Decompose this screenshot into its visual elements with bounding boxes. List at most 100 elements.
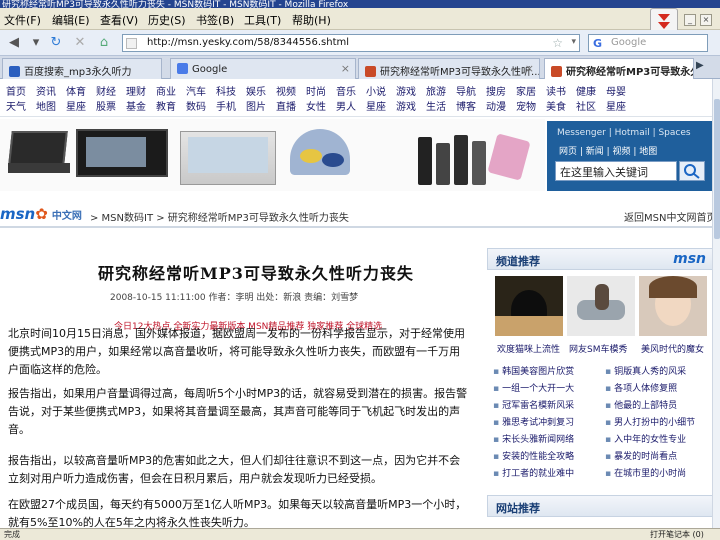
cat-link[interactable]: 汽车 [186,83,216,98]
cat-link[interactable]: 健康 [576,83,606,98]
cat-link[interactable]: 旅游 [426,83,456,98]
thumbnail-caption[interactable]: 欢度猫咪上流性 [497,342,560,355]
cat-link[interactable]: 搜房 [486,83,516,98]
news-link[interactable]: 韩国美容图片欣赏 [493,364,574,377]
msn-search-input[interactable]: 在这里输入关键词 [555,161,677,181]
cat-link[interactable]: 母婴 [606,83,636,98]
msn-search-button[interactable] [679,161,705,181]
cat-link[interactable]: 男人 [336,98,366,113]
news-link[interactable]: 宋长头雅新闻网络 [493,432,574,445]
address-dropdown-icon[interactable]: ▾ [571,37,576,47]
cat-link[interactable]: 股票 [96,98,126,113]
cat-link[interactable]: 天气 [6,98,36,113]
cat-link[interactable]: 理财 [126,83,156,98]
thumbnail-caption[interactable]: 美风时代的魔女 [641,342,704,355]
cat-link[interactable]: 美食 [546,98,576,113]
cat-link[interactable]: 地图 [36,98,66,113]
news-link[interactable]: 冠军雷名模新风采 [493,398,574,411]
tab-list-arrow-icon[interactable]: ▶ [696,60,708,74]
menu-bookmarks[interactable]: 书签(B) [196,12,234,28]
menu-view[interactable]: 查看(V) [100,12,138,28]
news-link[interactable]: 在城市里的小时尚 [605,466,686,479]
cat-link[interactable]: 星座 [366,98,396,113]
minimize-icon[interactable]: _ [684,14,696,26]
msn-logo[interactable]: msn✿ 中文网 [0,205,82,223]
cat-link[interactable]: 游戏 [396,83,426,98]
close-window-icon[interactable]: × [700,14,712,26]
msn-home-link[interactable]: 返回MSN中文网首页 [624,209,716,224]
cat-link[interactable]: 时尚 [306,83,336,98]
cat-link[interactable]: 首页 [6,83,36,98]
cat-link[interactable]: 科技 [216,83,246,98]
address-bar[interactable]: http://msn.yesky.com/58/8344556.shtml ☆ … [122,34,580,52]
cat-link[interactable]: 财经 [96,83,126,98]
notebook-status[interactable]: 打开笔记本 (0) [650,529,704,540]
product-banner-ad[interactable] [0,119,545,191]
tab-close-icon[interactable]: × [525,62,534,75]
cat-link[interactable]: 娱乐 [246,83,276,98]
cat-link[interactable]: 博客 [456,98,486,113]
cat-link[interactable]: 女性 [306,98,336,113]
scrollbar-thumb[interactable] [714,99,720,239]
tab-close-icon[interactable]: × [341,62,350,75]
cat-link[interactable]: 商业 [156,83,186,98]
tab-article-1[interactable]: 研究称经常听MP3可导致永久性听... × [358,58,540,79]
menu-bar: 文件(F) 编辑(E) 查看(V) 历史(S) 书签(B) 工具(T) 帮助(H… [0,8,720,34]
news-link[interactable]: 雅思考试冲刺复习 [493,415,574,428]
breadcrumb[interactable]: > MSN数码IT > 研究称经常听MP3可导致永久性听力丧失 [90,209,349,224]
dropdown-history-icon[interactable]: ▾ [26,34,46,52]
news-link[interactable]: 一组一个大开一大 [493,381,574,394]
cat-link[interactable]: 数码 [186,98,216,113]
news-link[interactable]: 铜版真人秀的风采 [605,364,686,377]
cat-link[interactable]: 体育 [66,83,96,98]
news-link[interactable]: 男人打扮中的小细节 [605,415,695,428]
menu-tools[interactable]: 工具(T) [244,12,281,28]
reload-icon[interactable]: ↻ [46,34,66,52]
cat-link[interactable]: 基金 [126,98,156,113]
cat-link[interactable]: 家居 [516,83,546,98]
cat-link[interactable]: 小说 [366,83,396,98]
cat-link[interactable]: 图片 [246,98,276,113]
stop-icon[interactable]: ✕ [70,34,90,52]
news-link[interactable]: 暴发的时尚看点 [605,449,677,462]
home-icon[interactable]: ⌂ [94,34,114,52]
back-icon[interactable]: ◀ [4,34,24,52]
news-link[interactable]: 他最的上部特员 [605,398,677,411]
bookmark-star-icon[interactable]: ☆ [552,36,563,50]
cat-link[interactable]: 视频 [276,83,306,98]
msn-search-tabs[interactable]: 网页 | 新闻 | 视频 | 地图 [559,144,657,157]
tab-google[interactable]: Google × [170,58,356,79]
thumbnail-caption[interactable]: 网友SM车模秀 [569,342,627,355]
cat-link[interactable]: 音乐 [336,83,366,98]
tab-baidu[interactable]: 百度搜索_mp3永久听力 [2,58,162,79]
menu-file[interactable]: 文件(F) [4,12,41,28]
menu-history[interactable]: 历史(S) [148,12,186,28]
cat-link[interactable]: 教育 [156,98,186,113]
cat-link[interactable]: 社区 [576,98,606,113]
cat-link[interactable]: 宠物 [516,98,546,113]
fashion-photo-thumbnail[interactable] [639,276,707,336]
cat-link[interactable]: 动漫 [486,98,516,113]
cat-link[interactable]: 手机 [216,98,246,113]
cat-link[interactable]: 导航 [456,83,486,98]
cat-link[interactable]: 生活 [426,98,456,113]
cat-link[interactable]: 星座 [66,98,96,113]
cat-link[interactable]: 直播 [276,98,306,113]
news-link[interactable]: 各项人体修复照 [605,381,677,394]
menu-help[interactable]: 帮助(H) [292,12,331,28]
cat-link[interactable]: 资讯 [36,83,66,98]
vertical-scrollbar[interactable] [712,79,720,529]
search-box[interactable]: G Google [588,34,708,52]
msn-service-links[interactable]: Messenger | Hotmail | Spaces [557,128,691,138]
news-link[interactable]: 打工者的就业难中 [493,466,574,479]
car-model-thumbnail[interactable] [567,276,635,336]
cat-photo-thumbnail[interactable] [495,276,563,336]
tab-article-active[interactable]: 研究称经常听MP3可导致永久性... [544,58,694,80]
menu-edit[interactable]: 编辑(E) [52,12,90,28]
news-link[interactable]: 入中年的女性专业 [605,432,686,445]
address-url[interactable]: http://msn.yesky.com/58/8344556.shtml [147,37,349,48]
cat-link[interactable]: 游戏 [396,98,426,113]
news-link[interactable]: 安装的性能全攻略 [493,449,574,462]
cat-link[interactable]: 读书 [546,83,576,98]
cat-link[interactable]: 星座 [606,98,636,113]
